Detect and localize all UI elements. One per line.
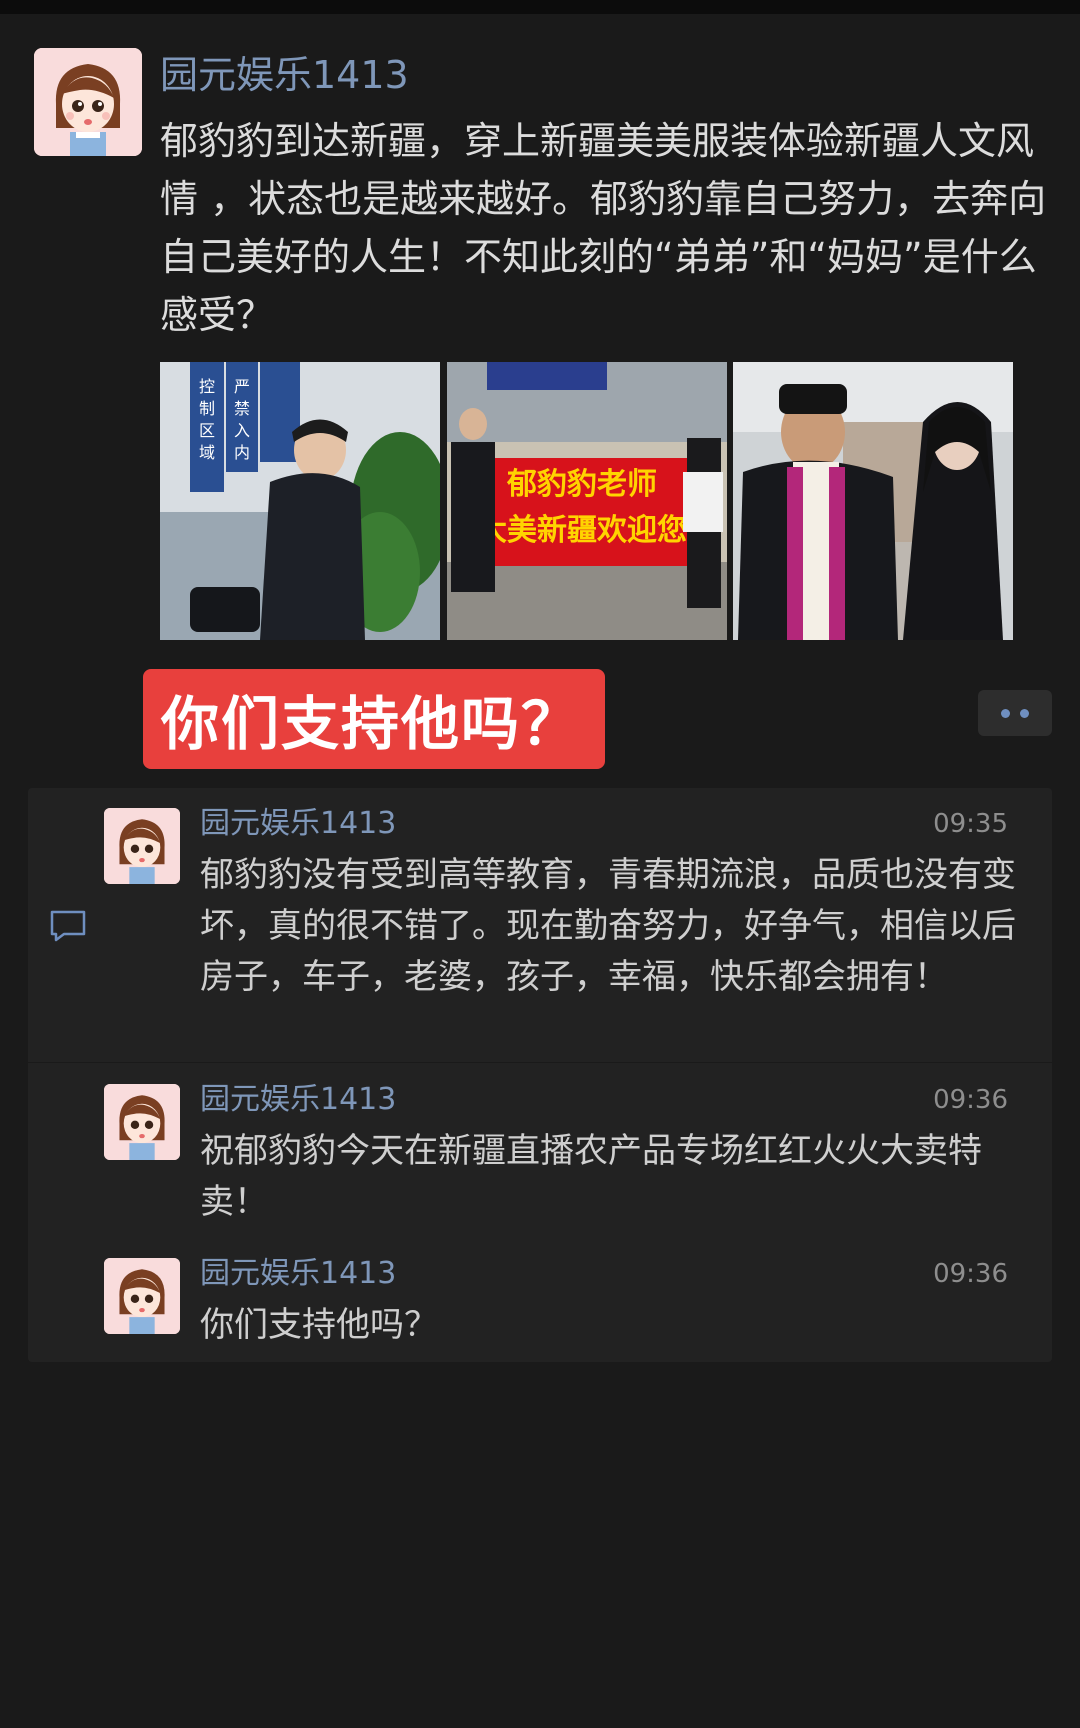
more-dot-icon bbox=[1001, 708, 1010, 718]
photo-1[interactable]: 控 制 区 域 严 禁 入 内 bbox=[160, 362, 441, 640]
comment-time: 09:35 bbox=[933, 809, 1008, 839]
commenter-avatar[interactable] bbox=[104, 808, 180, 884]
comments-section: 园元娱乐1413 09:35 郁豹豹没有受到高等教育，青春期流浪，品质也没有变坏… bbox=[28, 788, 1052, 1362]
comment-time: 09:36 bbox=[933, 1085, 1008, 1115]
question-banner: 你们支持他吗？ bbox=[143, 669, 605, 769]
sign-char: 制 bbox=[199, 399, 215, 418]
commenter-avatar[interactable] bbox=[104, 1258, 180, 1334]
commenter-avatar[interactable] bbox=[104, 1084, 180, 1160]
comment-time: 09:36 bbox=[933, 1259, 1008, 1289]
author-avatar[interactable] bbox=[34, 48, 142, 156]
sign-char: 区 bbox=[199, 421, 215, 440]
author-name[interactable]: 园元娱乐1413 bbox=[160, 52, 409, 98]
sign-char: 控 bbox=[199, 377, 215, 396]
more-dot-icon bbox=[1020, 708, 1029, 718]
comment-text: 你们支持他吗？ bbox=[200, 1305, 438, 1345]
sign-char: 严 bbox=[234, 377, 250, 396]
photo-grid: 控 制 区 域 严 禁 入 内 郁豹豹老师 大美新疆欢迎您 bbox=[160, 362, 1014, 640]
comment-text: 祝郁豹豹今天在新疆直播农产品专场红红火火大卖特卖！ bbox=[200, 1131, 982, 1222]
sign-char: 入 bbox=[234, 421, 250, 440]
photo-3[interactable] bbox=[733, 362, 1014, 640]
sign-char: 禁 bbox=[234, 399, 250, 418]
commenter-name[interactable]: 园元娱乐1413 bbox=[200, 806, 396, 842]
commenter-name[interactable]: 园元娱乐1413 bbox=[200, 1082, 396, 1118]
commenter-name[interactable]: 园元娱乐1413 bbox=[200, 1256, 396, 1292]
comment-icon bbox=[50, 910, 86, 942]
sign-char: 内 bbox=[234, 443, 250, 462]
photo-2[interactable]: 郁豹豹老师 大美新疆欢迎您 bbox=[446, 362, 728, 640]
welcome-banner-line2: 大美新疆欢迎您 bbox=[477, 513, 687, 548]
comment-text: 郁豹豹没有受到高等教育，青春期流浪，品质也没有变坏，真的很不错了。现在勤奋努力，… bbox=[200, 855, 1016, 997]
question-banner-text: 你们支持他吗？ bbox=[161, 690, 582, 758]
post-text: 郁豹豹到达新疆，穿上新疆美美服装体验新疆人文风情 ，状态也是越来越好。郁豹豹靠自… bbox=[160, 119, 1047, 337]
welcome-banner-line1: 郁豹豹老师 bbox=[506, 467, 657, 502]
comment-divider bbox=[28, 1062, 1052, 1063]
more-actions-button[interactable] bbox=[978, 690, 1052, 736]
status-bar-strip bbox=[0, 0, 1080, 14]
sign-char: 域 bbox=[199, 443, 215, 462]
